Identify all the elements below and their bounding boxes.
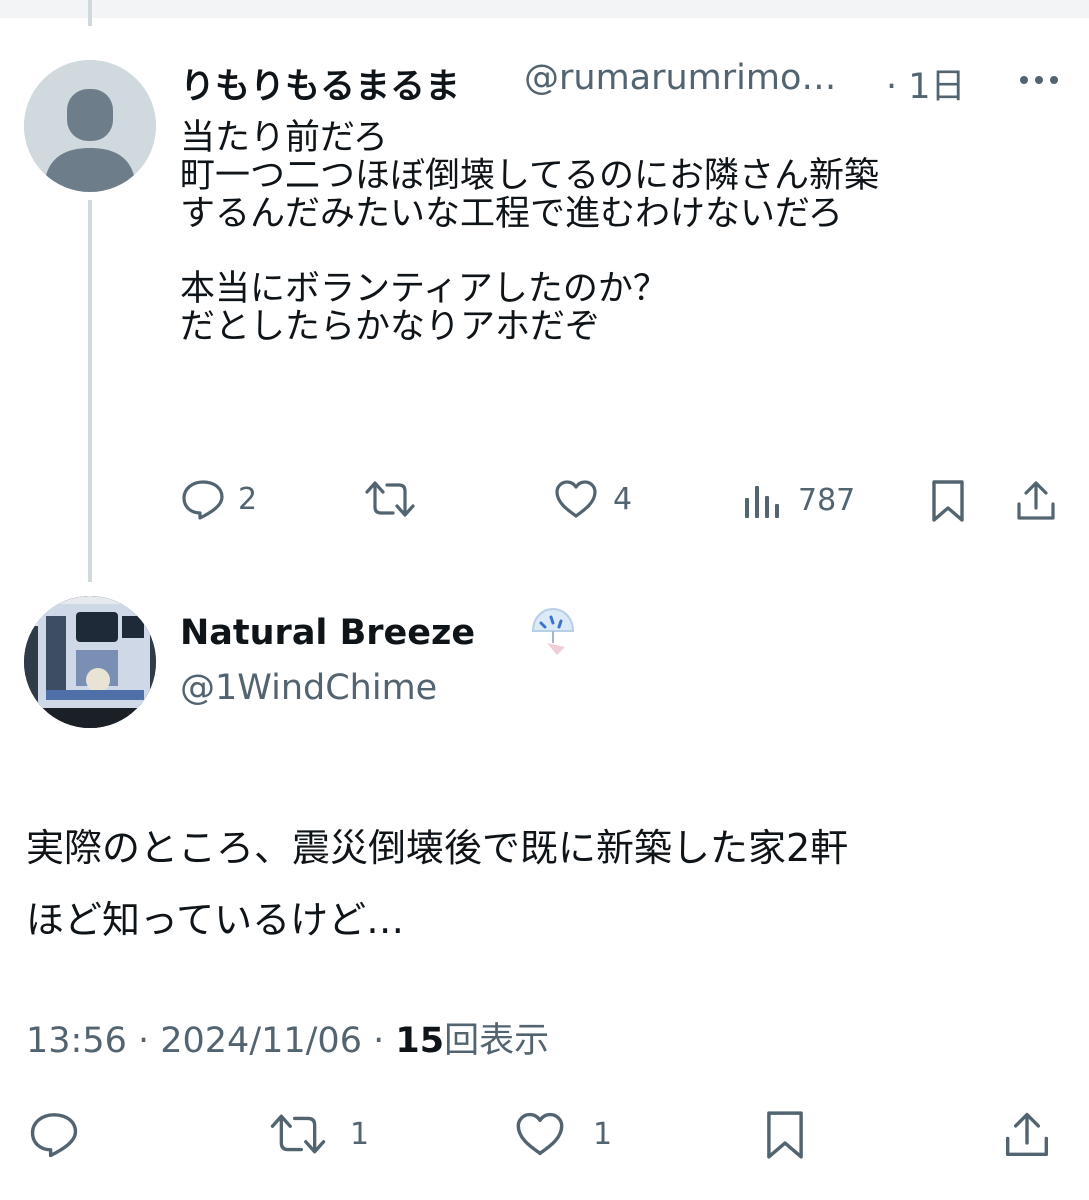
tweet-meta: 13:56 · 2024/11/06 · 15回表示 (26, 1012, 549, 1063)
retweet-icon (270, 1114, 326, 1154)
like-count: 4 (613, 481, 633, 517)
bookmark-icon (767, 1111, 803, 1159)
like-icon (555, 480, 597, 518)
retweet-icon (365, 481, 415, 517)
thread-line (88, 200, 92, 582)
tweet-timestamp[interactable]: 13:56 · 2024/11/06 · (26, 1021, 395, 1061)
wind-chime-emoji (527, 605, 579, 665)
like-button[interactable]: 1 (513, 1110, 612, 1158)
avatar[interactable] (24, 596, 156, 728)
views-label: 回表示 (444, 1021, 550, 1061)
share-button[interactable] (1002, 1108, 1052, 1162)
like-button[interactable]: 4 (553, 478, 632, 520)
user-handle[interactable]: @1WindChime (180, 668, 437, 708)
share-icon (1017, 481, 1055, 520)
share-button[interactable] (1014, 478, 1058, 524)
thread-line-top (88, 0, 92, 26)
like-icon (516, 1112, 564, 1156)
bookmark-button[interactable] (762, 1108, 808, 1162)
share-icon (1005, 1112, 1049, 1157)
reply-icon (30, 1113, 78, 1158)
reply-count: 2 (238, 481, 258, 517)
default-avatar-icon (24, 60, 156, 192)
top-strip (0, 0, 1089, 18)
avatar[interactable] (24, 60, 156, 192)
reply-button[interactable]: 2 (180, 478, 257, 520)
views-count: 15 (395, 1021, 445, 1061)
retweet-button[interactable] (363, 478, 417, 520)
display-name[interactable]: りもりもるまるま (180, 58, 460, 109)
retweet-count: 1 (350, 1116, 370, 1152)
reply-button[interactable] (28, 1110, 80, 1158)
bookmark-icon (932, 480, 964, 522)
train-avatar-image (24, 596, 156, 728)
more-icon[interactable] (1018, 70, 1060, 94)
tweet-time[interactable]: · 1日 (886, 58, 966, 109)
display-name[interactable]: Natural Breeze (180, 613, 475, 653)
reply-icon (182, 480, 224, 520)
like-count: 1 (593, 1116, 613, 1152)
tweet-text: 当たり前だろ 町一つ二つほぼ倒壊してるのにお隣さん新築 するんだみたいな工程で進… (180, 118, 879, 347)
tweet-text: 実際のところ、震災倒壊後で既に新築した家2軒 ほど知っているけど… (26, 826, 849, 943)
views-icon (745, 486, 779, 518)
views-count: 787 (798, 482, 856, 518)
views-button[interactable]: 787 (742, 478, 855, 522)
user-handle[interactable]: @rumarumrimo… (524, 58, 836, 98)
retweet-button[interactable]: 1 (268, 1110, 369, 1158)
bookmark-button[interactable] (928, 478, 968, 524)
